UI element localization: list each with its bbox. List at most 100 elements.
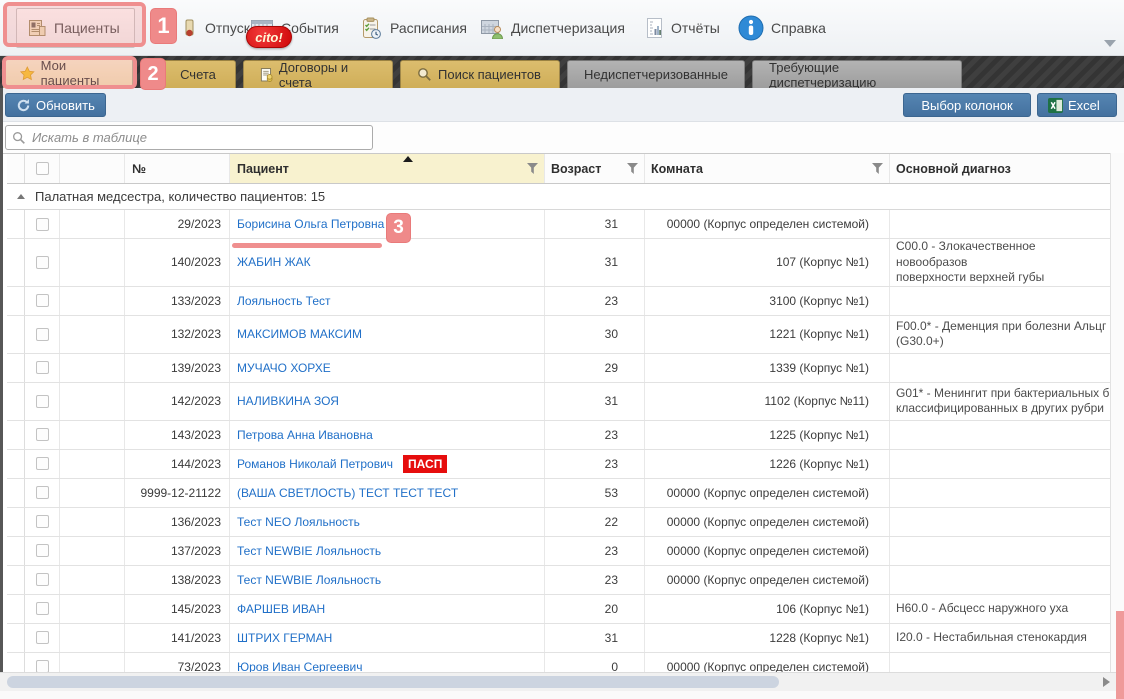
toolbar-item-reports[interactable]: Отчёты xyxy=(645,8,720,48)
age-cell: 29 xyxy=(545,354,645,382)
patient-link[interactable]: Тест NEWBIE Лояльность xyxy=(237,573,381,587)
horizontal-scrollbar[interactable] xyxy=(0,672,1124,691)
row-blank-cell xyxy=(60,383,125,420)
column-header-patient[interactable]: Пациент xyxy=(230,154,545,183)
left-edge-border xyxy=(0,88,3,672)
patient-link[interactable]: ШТРИХ ГЕРМАН xyxy=(237,631,332,645)
toolbar-item-help[interactable]: Справка xyxy=(738,8,826,48)
patient-cell: НАЛИВКИНА ЗОЯ xyxy=(230,383,545,420)
table-row: 73/2023 Юров Иван Сергеевич 0 00000 (Кор… xyxy=(7,653,1110,672)
row-check-cell xyxy=(25,239,60,286)
patient-cell: Тест NEWBIE Лояльность xyxy=(230,566,545,594)
group-row[interactable]: Палатная медсестра, количество пациентов… xyxy=(7,184,1110,210)
patient-cell: ФАРШЕВ ИВАН xyxy=(230,595,545,623)
annotation-step-2-badge: 2 xyxy=(140,58,166,90)
action-bar: Обновить Выбор колонок Excel xyxy=(0,88,1124,122)
diagnosis-cell xyxy=(890,653,1110,672)
row-check-cell xyxy=(25,210,60,238)
toolbar-item-dispatch[interactable]: Диспетчеризация xyxy=(480,8,625,48)
row-checkbox[interactable] xyxy=(36,602,49,615)
patient-number-cell: 144/2023 xyxy=(125,450,230,478)
table-search-box[interactable] xyxy=(5,125,373,150)
select-all-checkbox[interactable] xyxy=(36,162,49,175)
patient-link[interactable]: Тест NEO Лояльность xyxy=(237,515,360,529)
tab-not-dispatched[interactable]: Недиспетчеризованные xyxy=(567,60,745,88)
column-header-num[interactable]: № xyxy=(125,154,230,183)
row-check-cell xyxy=(25,508,60,536)
excel-label: Excel xyxy=(1068,98,1100,113)
row-blank-cell xyxy=(60,354,125,382)
choose-columns-button[interactable]: Выбор колонок xyxy=(903,93,1031,117)
tab-invoices[interactable]: Счета xyxy=(160,60,236,88)
patient-link[interactable]: (ВАША СВЕТЛОСТЬ) ТЕСТ ТЕСТ ТЕСТ xyxy=(237,486,458,500)
column-header-diagnosis[interactable]: Основной диагноз xyxy=(890,154,1110,183)
patient-link[interactable]: ЖАБИН ЖАК xyxy=(237,255,311,269)
tab-requiring-dispatch[interactable]: Требующие диспетчеризацию xyxy=(752,60,962,88)
scroll-right-arrow-icon[interactable] xyxy=(1103,677,1110,687)
age-cell: 31 xyxy=(545,624,645,652)
patient-link[interactable]: МУЧАЧО ХОРХЕ xyxy=(237,361,331,375)
refresh-button[interactable]: Обновить xyxy=(5,93,106,117)
age-cell: 23 xyxy=(545,537,645,565)
tab-contracts[interactable]: Договоры и счета xyxy=(243,60,393,88)
row-blank-cell xyxy=(60,508,125,536)
patient-link[interactable]: Юров Иван Сергеевич xyxy=(237,660,362,672)
age-cell: 31 xyxy=(545,210,645,238)
table-search-input[interactable] xyxy=(32,130,366,145)
row-checkbox[interactable] xyxy=(36,486,49,499)
row-blank-cell xyxy=(60,239,125,286)
row-check-cell xyxy=(25,450,60,478)
row-blank-cell xyxy=(60,566,125,594)
refresh-label: Обновить xyxy=(36,98,95,113)
column-header-room[interactable]: Комната xyxy=(645,154,890,183)
toolbar-collapse-chevron-icon[interactable] xyxy=(1104,40,1116,47)
toolbar-item-vacation[interactable]: Отпуск xyxy=(180,8,250,48)
room-cell: 00000 (Корпус определен системой) xyxy=(645,210,890,238)
toolbar-item-label: Справка xyxy=(771,20,826,36)
tab-patient-search[interactable]: Поиск пациентов xyxy=(400,60,560,88)
filter-icon[interactable] xyxy=(527,163,538,174)
horizontal-scrollbar-thumb[interactable] xyxy=(7,676,779,688)
tab-label: Требующие диспетчеризацию xyxy=(769,60,945,90)
excel-button[interactable]: Excel xyxy=(1037,93,1117,117)
patient-link[interactable]: Тест NEWBIE Лояльность xyxy=(237,544,381,558)
patient-link[interactable]: Борисина Ольга Петровна xyxy=(237,217,384,231)
patient-link[interactable]: МАКСИМОВ МАКСИМ xyxy=(237,327,362,341)
patient-number-cell: 137/2023 xyxy=(125,537,230,565)
row-checkbox[interactable] xyxy=(36,395,49,408)
row-blank-cell xyxy=(60,421,125,449)
row-checkbox[interactable] xyxy=(36,428,49,441)
header-expand-cell xyxy=(7,154,25,183)
patient-link[interactable]: Романов Николай Петрович xyxy=(237,457,393,471)
row-checkbox[interactable] xyxy=(36,631,49,644)
row-checkbox[interactable] xyxy=(36,544,49,557)
row-blank-cell xyxy=(60,537,125,565)
row-checkbox[interactable] xyxy=(36,218,49,231)
patient-cell: Тест NEO Лояльность xyxy=(230,508,545,536)
row-checkbox[interactable] xyxy=(36,328,49,341)
row-blank-cell xyxy=(60,287,125,315)
row-checkbox[interactable] xyxy=(36,515,49,528)
filter-icon[interactable] xyxy=(872,163,883,174)
patient-link[interactable]: НАЛИВКИНА ЗОЯ xyxy=(237,394,339,408)
column-header-age[interactable]: Возраст xyxy=(545,154,645,183)
filter-icon[interactable] xyxy=(627,163,638,174)
room-cell: 107 (Корпус №1) xyxy=(645,239,890,286)
row-checkbox[interactable] xyxy=(36,256,49,269)
diagnosis-cell: G01* - Менингит при бактериальных б клас… xyxy=(890,383,1110,420)
row-checkbox[interactable] xyxy=(36,294,49,307)
patient-link[interactable]: Лояльность Тест xyxy=(237,294,331,308)
group-collapse-icon[interactable] xyxy=(17,194,25,199)
row-checkbox[interactable] xyxy=(36,361,49,374)
toolbar-item-schedules[interactable]: Расписания xyxy=(360,8,467,48)
vacation-icon xyxy=(180,18,198,38)
patient-link[interactable]: Петрова Анна Ивановна xyxy=(237,428,373,442)
patient-cell: ШТРИХ ГЕРМАН xyxy=(230,624,545,652)
patient-number-cell: 142/2023 xyxy=(125,383,230,420)
age-cell: 22 xyxy=(545,508,645,536)
vertical-scrollbar[interactable] xyxy=(1110,153,1124,672)
row-checkbox[interactable] xyxy=(36,573,49,586)
row-checkbox[interactable] xyxy=(36,457,49,470)
row-checkbox[interactable] xyxy=(36,660,49,672)
patient-link[interactable]: ФАРШЕВ ИВАН xyxy=(237,602,325,616)
